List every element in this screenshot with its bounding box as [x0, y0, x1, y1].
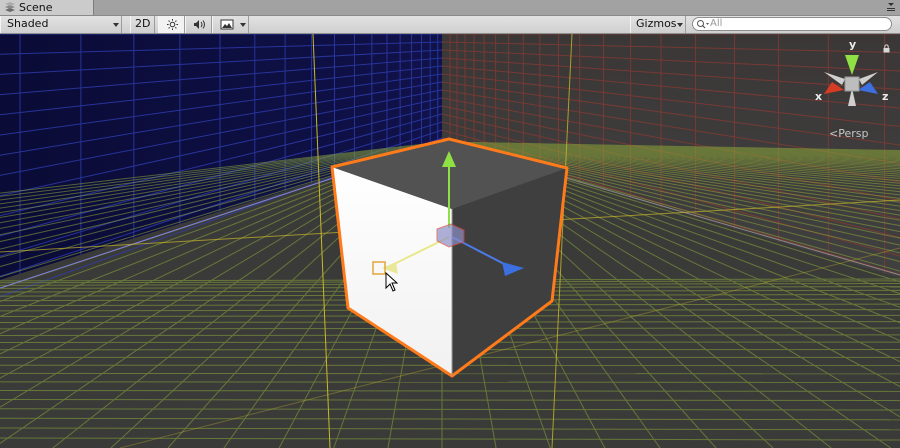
axis-label-z: z: [882, 90, 888, 103]
chevron-left-icon: <: [829, 127, 839, 140]
gizmos-dropdown[interactable]: Gizmos: [630, 16, 686, 33]
speaker-icon: [194, 20, 205, 29]
window-tab-bar: Scene: [0, 0, 900, 16]
persp-label: Persp: [838, 127, 869, 140]
scene-render: [0, 34, 900, 448]
mouse-cursor-icon: [385, 272, 399, 292]
scene-tab[interactable]: Scene: [0, 0, 94, 15]
mode-2d-toggle[interactable]: 2D: [130, 16, 155, 33]
window-menu-icon[interactable]: [886, 2, 896, 12]
chevron-down-icon: [677, 23, 683, 27]
axis-label-x: x: [815, 90, 822, 103]
z-axis-cone-icon: [858, 82, 878, 94]
gizmo-center-cube: [844, 76, 860, 92]
scene-tab-label: Scene: [19, 1, 53, 14]
draw-mode-label: Shaded: [7, 17, 49, 30]
scene-lighting-toggle[interactable]: [158, 16, 185, 33]
lock-icon[interactable]: [882, 44, 891, 53]
search-icon: [697, 20, 709, 29]
y-axis-cone-icon: [845, 55, 859, 75]
projection-toggle[interactable]: <Persp: [829, 127, 868, 140]
draw-mode-dropdown[interactable]: Shaded: [0, 16, 122, 33]
sun-icon: [167, 19, 178, 30]
hierarchy-search-input[interactable]: All: [692, 17, 892, 31]
scene-effects-dropdown[interactable]: [212, 16, 249, 33]
scene-viewport[interactable]: y x z <Persp: [0, 34, 900, 448]
neg-x-cone-icon: [824, 72, 845, 85]
search-placeholder: All: [710, 18, 723, 29]
scene-toolbar: Shaded 2D Gizmos All: [0, 16, 900, 34]
grid-line: [0, 381, 900, 383]
scene-view-icon: [5, 2, 15, 12]
orientation-gizmo[interactable]: y x z: [812, 38, 890, 114]
mode-2d-label: 2D: [135, 17, 151, 30]
chevron-down-icon: [240, 23, 246, 27]
chevron-down-icon: [113, 23, 119, 27]
scene-audio-toggle[interactable]: [185, 16, 212, 33]
gizmos-label: Gizmos: [636, 17, 677, 30]
axis-label-y: y: [849, 38, 856, 51]
